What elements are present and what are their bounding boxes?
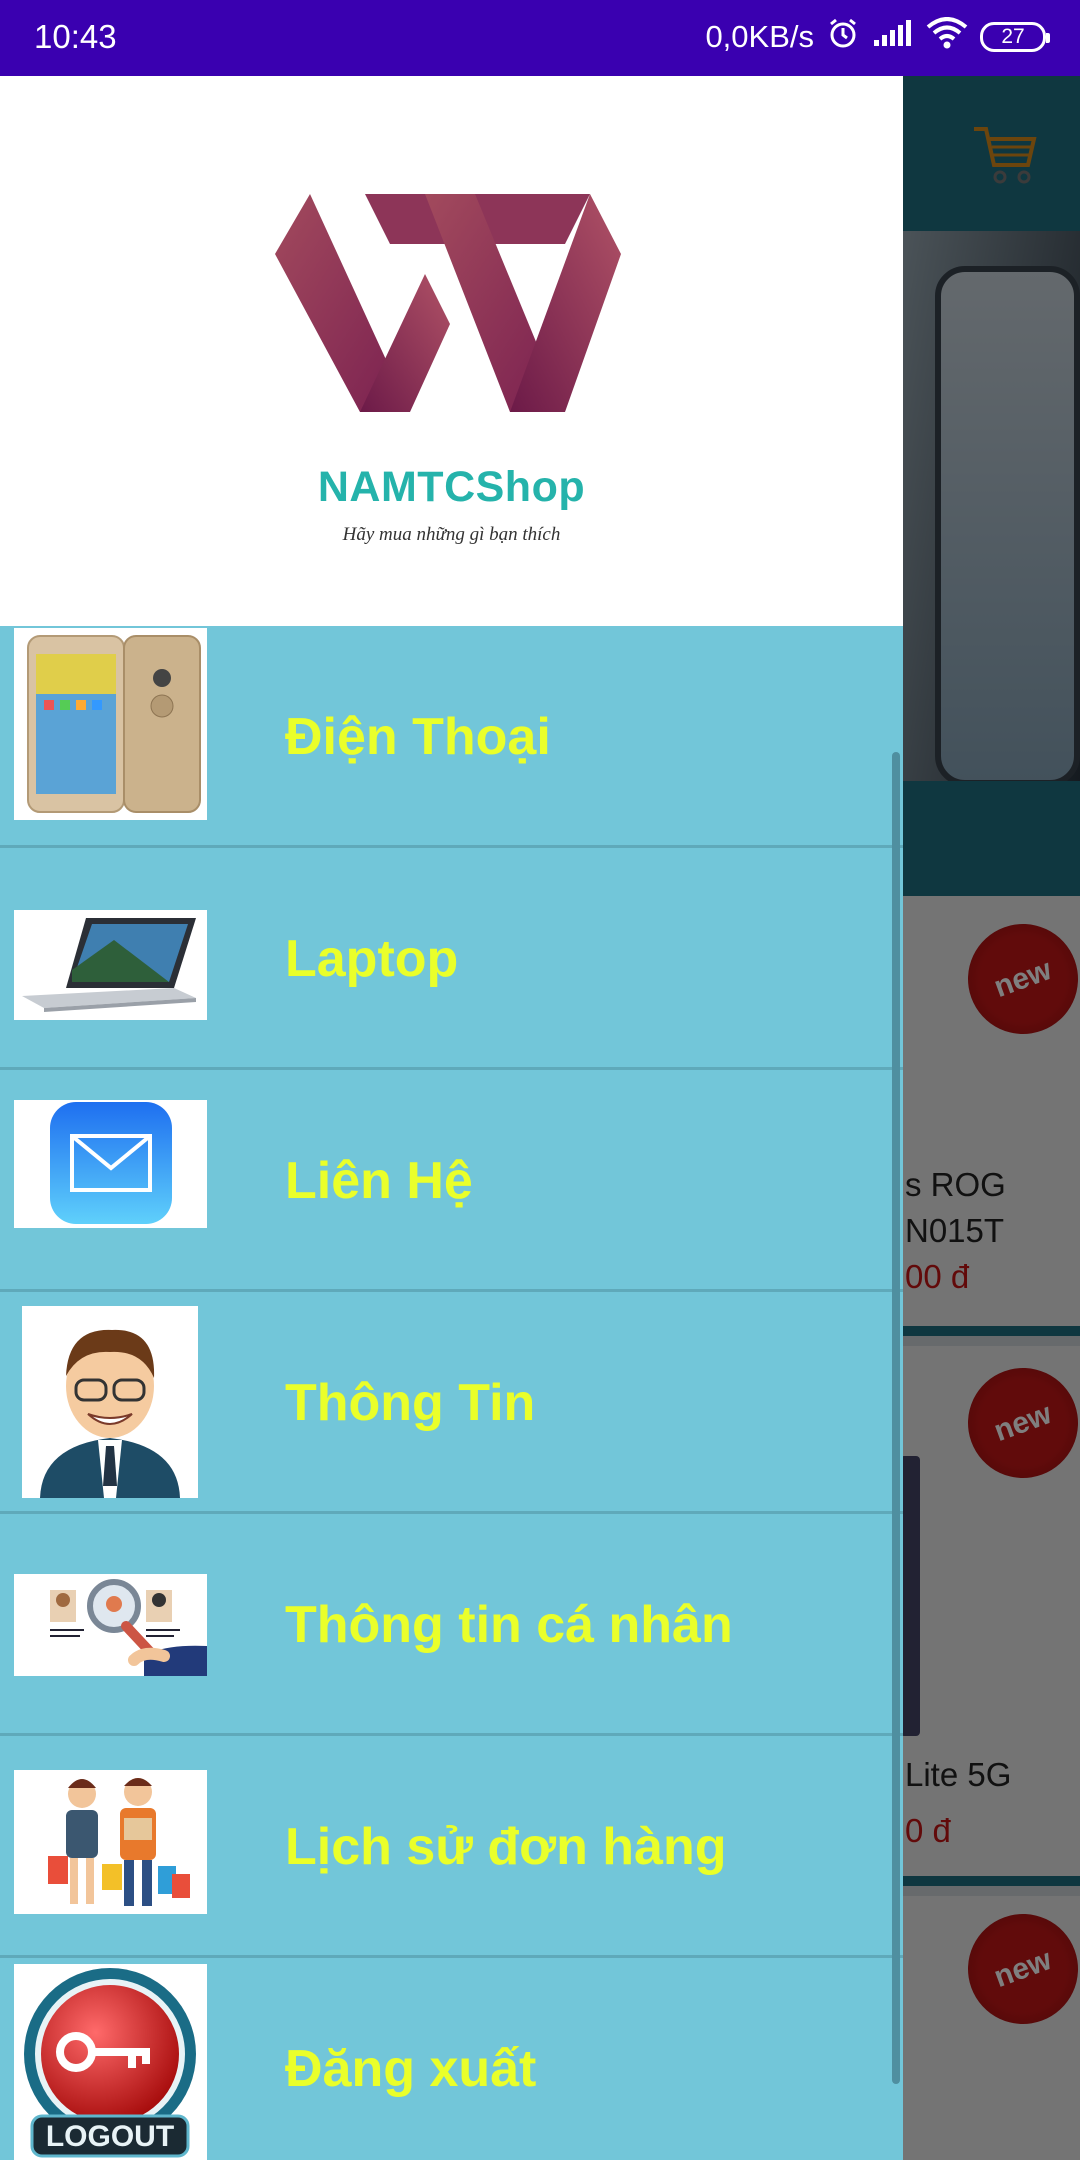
status-time: 10:43	[34, 18, 117, 55]
menu-label: Laptop	[285, 930, 459, 988]
menu-label: Điện Thoại	[285, 708, 551, 766]
navigation-drawer: NAMTCShop Hãy mua những gì bạn thích Điệ…	[0, 76, 903, 2160]
menu-label: Thông tin cá nhân	[285, 1596, 733, 1654]
menu-label: Thông Tin	[285, 1374, 536, 1432]
menu-item-logout[interactable]: LOGOUT Đăng xuất	[0, 1958, 903, 2160]
status-bar: 10:43 0,0KB/s 27	[0, 0, 1080, 76]
menu-label: Đăng xuất	[285, 2040, 537, 2098]
menu-item-phones[interactable]: Điện Thoại	[0, 626, 903, 848]
menu-item-contact[interactable]: Liên Hệ	[0, 1070, 903, 1292]
network-speed: 0,0KB/s	[705, 19, 814, 54]
phone-image	[14, 628, 207, 820]
screen: 10:43 0,0KB/s 27 new s ROG N015T	[0, 0, 1080, 2160]
brand-tagline: Hãy mua những gì bạn thích	[342, 524, 561, 545]
menu-label: Liên Hệ	[285, 1152, 473, 1210]
svg-text:LOGOUT: LOGOUT	[46, 2120, 174, 2153]
person-avatar-image	[22, 1306, 198, 1498]
menu-item-personal-info[interactable]: Thông tin cá nhân	[0, 1514, 903, 1736]
brand-logo	[275, 194, 621, 412]
menu-item-order-history[interactable]: Lịch sử đơn hàng	[0, 1736, 903, 1958]
mail-icon	[14, 1100, 207, 1228]
logout-icon: LOGOUT	[14, 1964, 207, 2160]
drawer-scrollbar[interactable]	[892, 752, 900, 2084]
signal-icon	[872, 18, 914, 56]
drawer-header: NAMTCShop Hãy mua những gì bạn thích	[0, 76, 903, 626]
laptop-image	[14, 910, 207, 1020]
profile-search-image	[14, 1574, 207, 1676]
brand-name: NAMTCShop	[317, 463, 586, 511]
alarm-icon	[826, 16, 860, 58]
menu-label: Lịch sử đơn hàng	[285, 1818, 727, 1876]
wifi-icon	[926, 17, 968, 57]
shopping-people-image	[14, 1770, 207, 1914]
menu-item-info[interactable]: Thông Tin	[0, 1292, 903, 1514]
menu-item-laptop[interactable]: Laptop	[0, 848, 903, 1070]
battery-icon: 27	[980, 22, 1050, 52]
status-icons: 0,0KB/s 27	[705, 16, 1050, 58]
